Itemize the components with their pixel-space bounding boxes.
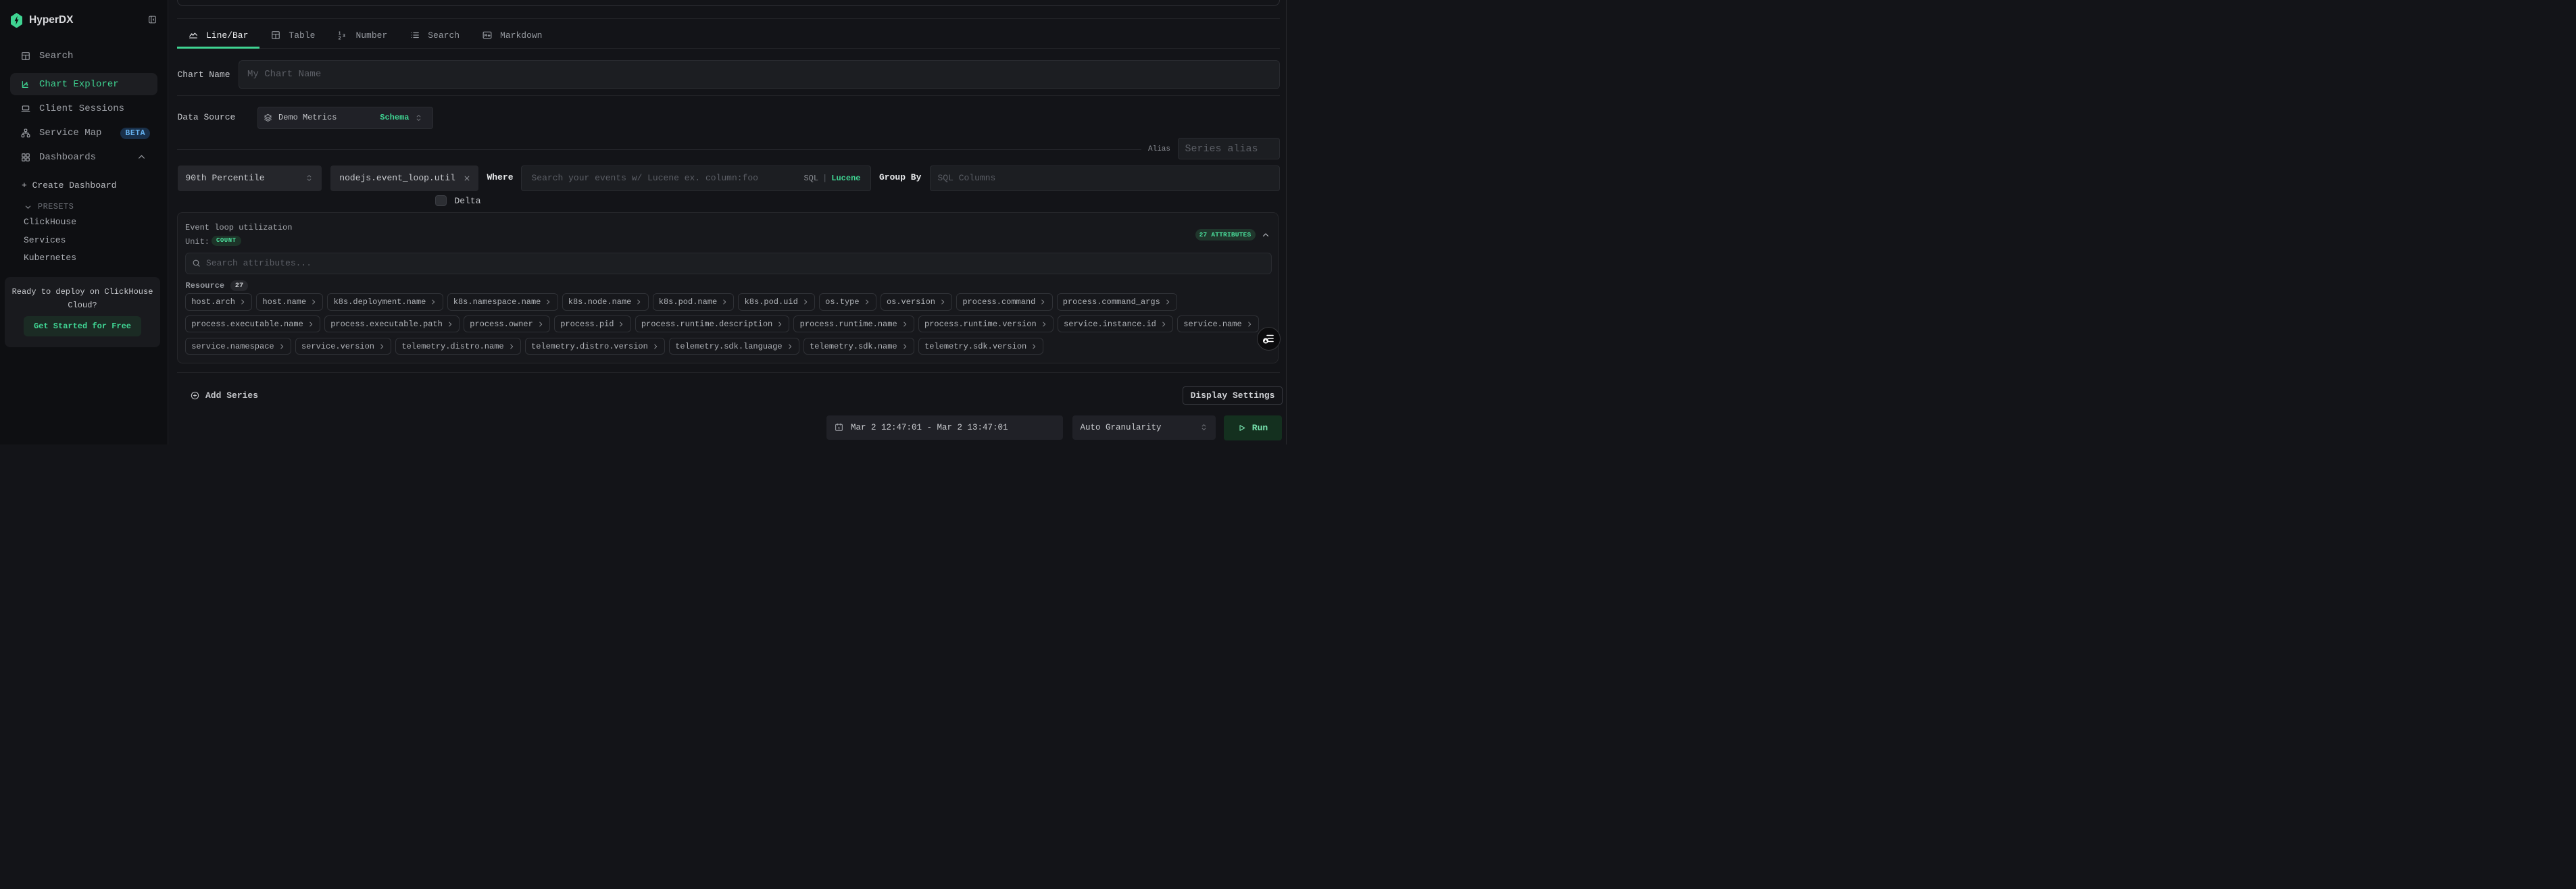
svg-text:3: 3 <box>343 34 345 39</box>
svg-text:1: 1 <box>339 31 341 36</box>
svg-text:2: 2 <box>339 36 341 40</box>
